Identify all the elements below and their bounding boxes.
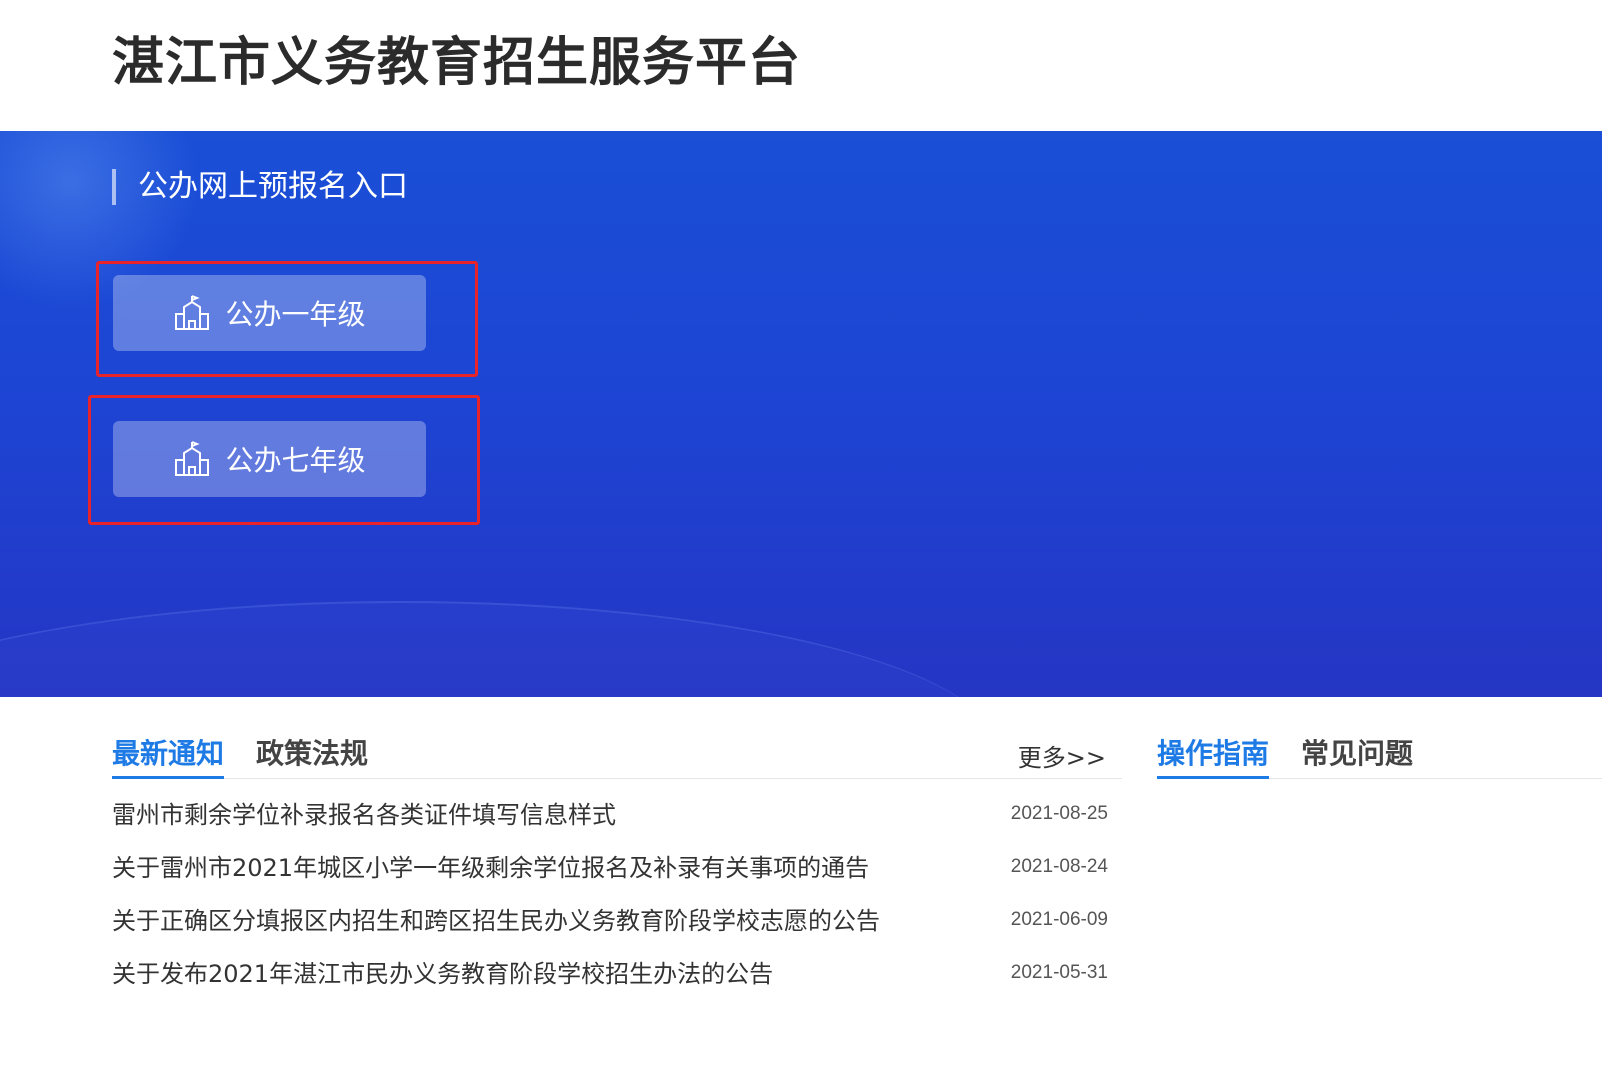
news-title-link[interactable]: 关于雷州市2021年城区小学一年级剩余学位报名及补录有关事项的通告: [112, 853, 869, 883]
news-title-link[interactable]: 关于正确区分填报区内招生和跨区招生民办义务教育阶段学校志愿的公告: [112, 906, 880, 936]
list-item: 关于发布2021年湛江市民办义务教育阶段学校招生办法的公告 2021-05-31: [112, 938, 1122, 991]
hero-banner: 公办网上预报名入口 公办一年级 公办七年级: [0, 131, 1602, 697]
highlight-annotation: [96, 261, 478, 377]
section-title: 公办网上预报名入口: [112, 169, 408, 205]
news-tabs: 最新通知 政策法规 更多>>: [112, 730, 1122, 779]
tab-faq[interactable]: 常见问题: [1301, 736, 1413, 776]
news-list: 雷州市剩余学位补录报名各类证件填写信息样式 2021-08-25 关于雷州市20…: [112, 779, 1122, 991]
banner-decoration: [0, 601, 1000, 697]
news-date: 2021-08-24: [1010, 856, 1108, 877]
highlight-annotation: [88, 395, 480, 525]
list-item: 关于正确区分填报区内招生和跨区招生民办义务教育阶段学校志愿的公告 2021-06…: [112, 885, 1122, 938]
site-header: 湛江市义务教育招生服务平台: [0, 0, 1602, 131]
news-title-link[interactable]: 雷州市剩余学位补录报名各类证件填写信息样式: [112, 800, 616, 830]
list-item: 关于雷州市2021年城区小学一年级剩余学位报名及补录有关事项的通告 2021-0…: [112, 832, 1122, 885]
guide-tabs: 操作指南 常见问题: [1157, 730, 1602, 779]
tab-operation-guide[interactable]: 操作指南: [1157, 736, 1270, 779]
news-title-link[interactable]: 关于发布2021年湛江市民办义务教育阶段学校招生办法的公告: [112, 959, 773, 989]
news-date: 2021-08-25: [1010, 803, 1108, 824]
tab-latest-notices[interactable]: 最新通知: [112, 736, 225, 779]
site-title: 湛江市义务教育招生服务平台: [112, 33, 802, 93]
news-panel: 最新通知 政策法规 更多>> 雷州市剩余学位补录报名各类证件填写信息样式 202…: [112, 730, 1122, 991]
guide-panel: 操作指南 常见问题: [1157, 730, 1602, 779]
news-date: 2021-05-31: [1010, 962, 1108, 983]
news-date: 2021-06-09: [1010, 909, 1108, 930]
more-link[interactable]: 更多>>: [1018, 738, 1106, 773]
tab-policies[interactable]: 政策法规: [256, 736, 368, 776]
list-item: 雷州市剩余学位补录报名各类证件填写信息样式 2021-08-25: [112, 779, 1122, 832]
